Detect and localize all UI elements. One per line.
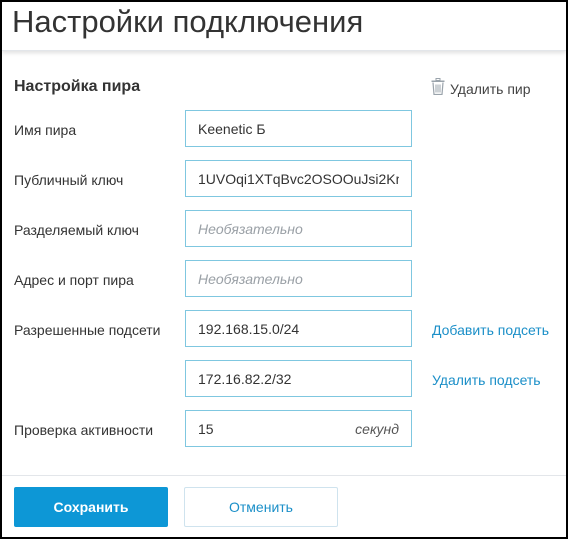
- peer-name-label: Имя пира: [14, 122, 77, 138]
- endpoint-input[interactable]: [186, 261, 411, 296]
- delete-peer-label: Удалить пир: [450, 81, 531, 97]
- keepalive-field-box: секунд: [185, 410, 412, 447]
- endpoint-label: Адрес и порт пира: [14, 272, 134, 288]
- preshared-key-input[interactable]: [186, 211, 411, 246]
- endpoint-field-box: [185, 260, 412, 297]
- dialog-header: Настройки подключения: [2, 2, 566, 51]
- allowed-ips-label: Разрешенные подсети: [14, 322, 161, 338]
- allowed-ip-input-2[interactable]: [186, 361, 411, 396]
- cancel-button[interactable]: Отменить: [184, 487, 338, 527]
- remove-subnet-link[interactable]: Удалить подсеть: [432, 372, 541, 388]
- preshared-key-label: Разделяемый ключ: [14, 222, 139, 238]
- allowed-ip-input-1[interactable]: [186, 311, 411, 346]
- allowed-ip-field-box-2: [185, 360, 412, 397]
- public-key-label: Публичный ключ: [14, 172, 124, 188]
- delete-peer-button[interactable]: Удалить пир: [431, 78, 531, 100]
- keepalive-unit: секунд: [355, 421, 399, 437]
- keepalive-label: Проверка активности: [14, 422, 154, 438]
- section-title: Настройка пира: [14, 78, 141, 95]
- page-title: Настройки подключения: [12, 4, 364, 39]
- peer-name-input[interactable]: [186, 111, 411, 146]
- peer-name-field-box: [185, 110, 412, 147]
- public-key-field-box: [185, 160, 412, 197]
- public-key-input[interactable]: [186, 161, 411, 196]
- add-subnet-link[interactable]: Добавить подсеть: [432, 322, 549, 338]
- save-button[interactable]: Сохранить: [14, 487, 168, 527]
- allowed-ip-field-box-1: [185, 310, 412, 347]
- footer-divider: [2, 475, 566, 476]
- connection-settings-dialog: Настройки подключения Настройка пира Уда…: [0, 0, 568, 539]
- trash-icon: [431, 78, 445, 100]
- preshared-key-field-box: [185, 210, 412, 247]
